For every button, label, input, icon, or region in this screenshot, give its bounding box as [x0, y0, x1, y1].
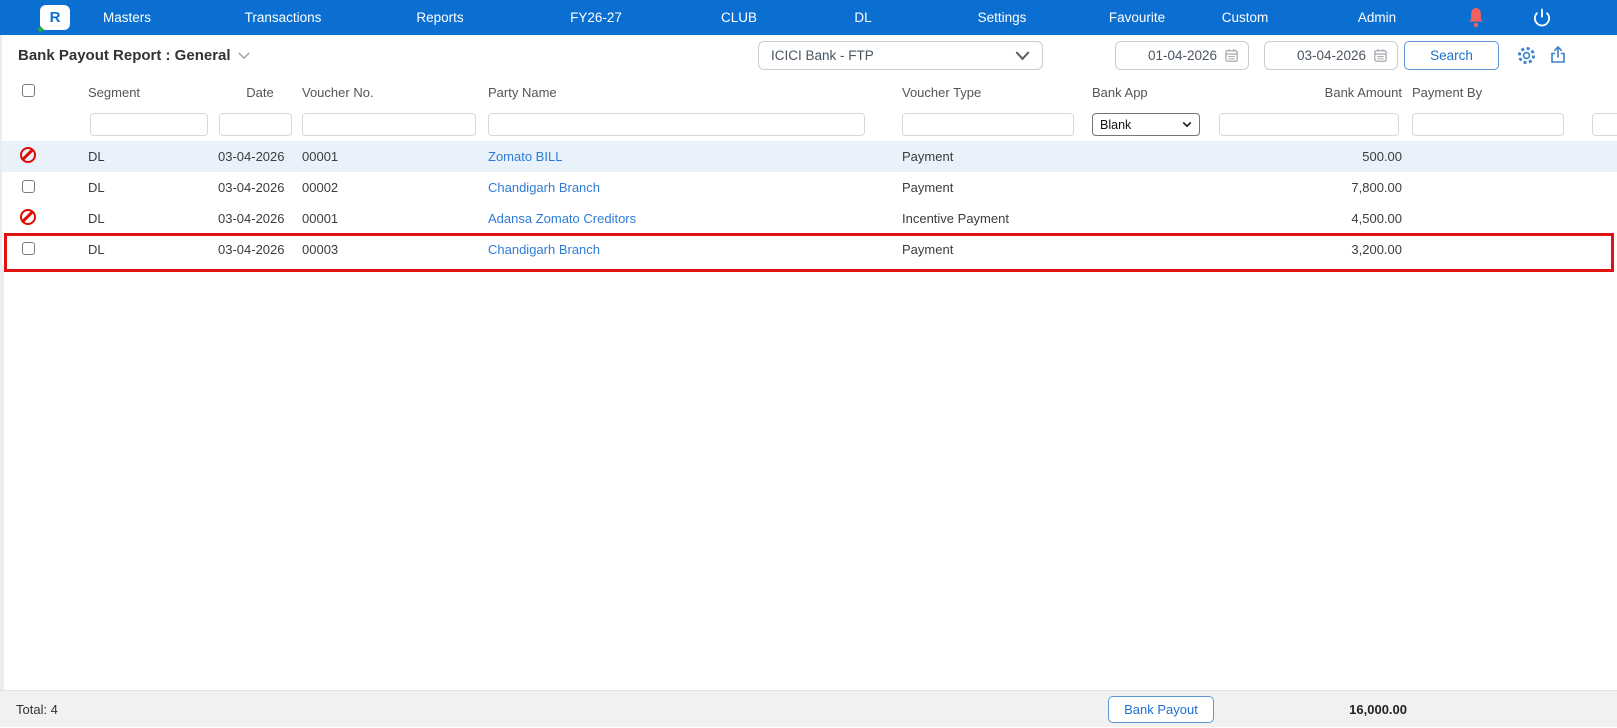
filter-bank-app-select[interactable]: Blank — [1092, 113, 1200, 136]
table-row[interactable]: DL 03-04-2026 00002 Chandigarh Branch Pa… — [2, 172, 1617, 203]
calendar-icon[interactable] — [1373, 48, 1388, 63]
row-checkbox[interactable] — [22, 242, 35, 255]
party-name-link[interactable]: Chandigarh Branch — [488, 242, 600, 257]
report-toolbar: Bank Payout Report : General ICICI Bank … — [0, 35, 1617, 76]
cell-voucher-no: 00001 — [302, 211, 488, 226]
cell-voucher-type: Payment — [902, 149, 1092, 164]
date-to-field — [1264, 41, 1398, 70]
nav-item-masters[interactable]: Masters — [103, 0, 151, 35]
col-header-date[interactable]: Date — [218, 85, 302, 100]
nav-item-fy26-27[interactable]: FY26-27 — [570, 0, 622, 35]
col-header-voucher-no[interactable]: Voucher No. — [302, 85, 488, 100]
row-count-total: Total: 4 — [16, 691, 58, 728]
cell-voucher-type: Payment — [902, 242, 1092, 257]
col-header-voucher-type[interactable]: Voucher Type — [902, 85, 1092, 100]
col-header-payment-by[interactable]: Payment By — [1412, 85, 1592, 100]
table-filter-row: Blank — [2, 108, 1617, 141]
date-from-input[interactable] — [1137, 48, 1217, 63]
chevron-down-icon — [1015, 51, 1030, 61]
filter-voucher-no-input[interactable] — [302, 113, 476, 136]
power-logout-icon[interactable] — [1533, 0, 1552, 35]
filter-party-name-input[interactable] — [488, 113, 865, 136]
date-from-field — [1115, 41, 1249, 70]
party-name-link[interactable]: Chandigarh Branch — [488, 180, 600, 195]
filter-segment-input[interactable] — [90, 113, 208, 136]
calendar-icon[interactable] — [1224, 48, 1239, 63]
col-header-bank-amount[interactable]: Bank Amount — [1219, 85, 1412, 100]
cell-bank-amount: 4,500.00 — [1219, 211, 1412, 226]
cell-voucher-no: 00003 — [302, 242, 488, 257]
top-nav-bar: R Masters Transactions Reports FY26-27 C… — [0, 0, 1617, 35]
blocked-icon — [20, 147, 36, 163]
col-header-party-name[interactable]: Party Name — [488, 85, 902, 100]
page-title-text: Bank Payout Report : General — [18, 47, 231, 64]
filter-date-input[interactable] — [219, 113, 292, 136]
export-share-icon[interactable] — [1548, 45, 1568, 70]
cell-voucher-no: 00002 — [302, 180, 488, 195]
gear-settings-icon[interactable] — [1516, 45, 1537, 71]
col-header-bank-app[interactable]: Bank App — [1092, 85, 1219, 100]
table-row[interactable]: DL 03-04-2026 00001 Adansa Zomato Credit… — [2, 203, 1617, 234]
cell-segment: DL — [88, 149, 218, 164]
nav-item-club[interactable]: CLUB — [721, 0, 757, 35]
chevron-down-icon — [1182, 121, 1192, 128]
date-to-input[interactable] — [1286, 48, 1366, 63]
cell-bank-amount: 3,200.00 — [1219, 242, 1412, 257]
search-button[interactable]: Search — [1404, 41, 1499, 70]
cell-voucher-type: Incentive Payment — [902, 211, 1092, 226]
table-header-row: Segment Date Voucher No. Party Name Vouc… — [2, 76, 1617, 108]
bank-account-select[interactable]: ICICI Bank - FTP — [758, 41, 1043, 70]
nav-item-reports[interactable]: Reports — [416, 0, 463, 35]
col-header-segment[interactable]: Segment — [88, 85, 218, 100]
app-logo[interactable]: R — [40, 5, 70, 30]
filter-bank-amount-input[interactable] — [1219, 113, 1399, 136]
nav-item-favourite[interactable]: Favourite — [1109, 0, 1165, 35]
cell-date: 03-04-2026 — [218, 180, 302, 195]
cell-bank-amount: 7,800.00 — [1219, 180, 1412, 195]
cell-date: 03-04-2026 — [218, 242, 302, 257]
table-footer-bar: Total: 4 Bank Payout 16,000.00 — [0, 690, 1617, 727]
notification-bell-icon[interactable] — [1466, 0, 1486, 35]
cell-voucher-type: Payment — [902, 180, 1092, 195]
page-title[interactable]: Bank Payout Report : General — [18, 35, 251, 76]
filter-payment-by-input[interactable] — [1412, 113, 1564, 136]
bank-payout-button[interactable]: Bank Payout — [1108, 696, 1214, 723]
cell-segment: DL — [88, 211, 218, 226]
bank-payout-table: Segment Date Voucher No. Party Name Vouc… — [0, 76, 1617, 691]
cell-segment: DL — [88, 242, 218, 257]
table-row-selected[interactable]: DL 03-04-2026 00003 Chandigarh Branch Pa… — [2, 234, 1617, 265]
filter-bank-app-value: Blank — [1100, 118, 1131, 132]
nav-item-admin[interactable]: Admin — [1358, 0, 1396, 35]
select-all-checkbox[interactable] — [22, 84, 35, 97]
empty-table-area — [2, 265, 1617, 691]
bank-account-value: ICICI Bank - FTP — [771, 48, 874, 63]
table-row[interactable]: DL 03-04-2026 00001 Zomato BILL Payment … — [2, 141, 1617, 172]
cell-date: 03-04-2026 — [218, 149, 302, 164]
nav-item-settings[interactable]: Settings — [978, 0, 1027, 35]
blocked-icon — [20, 209, 36, 225]
party-name-link[interactable]: Zomato BILL — [488, 149, 562, 164]
cell-voucher-no: 00001 — [302, 149, 488, 164]
party-name-link[interactable]: Adansa Zomato Creditors — [488, 211, 636, 226]
cell-date: 03-04-2026 — [218, 211, 302, 226]
filter-extra-input[interactable] — [1592, 113, 1617, 136]
grand-total-amount: 16,000.00 — [1217, 691, 1407, 728]
cell-segment: DL — [88, 180, 218, 195]
title-chevron-down-icon — [237, 51, 251, 60]
nav-item-dl[interactable]: DL — [854, 0, 871, 35]
row-checkbox[interactable] — [22, 180, 35, 193]
nav-item-custom[interactable]: Custom — [1222, 0, 1269, 35]
filter-voucher-type-input[interactable] — [902, 113, 1074, 136]
cell-bank-amount: 500.00 — [1219, 149, 1412, 164]
nav-item-transactions[interactable]: Transactions — [245, 0, 322, 35]
